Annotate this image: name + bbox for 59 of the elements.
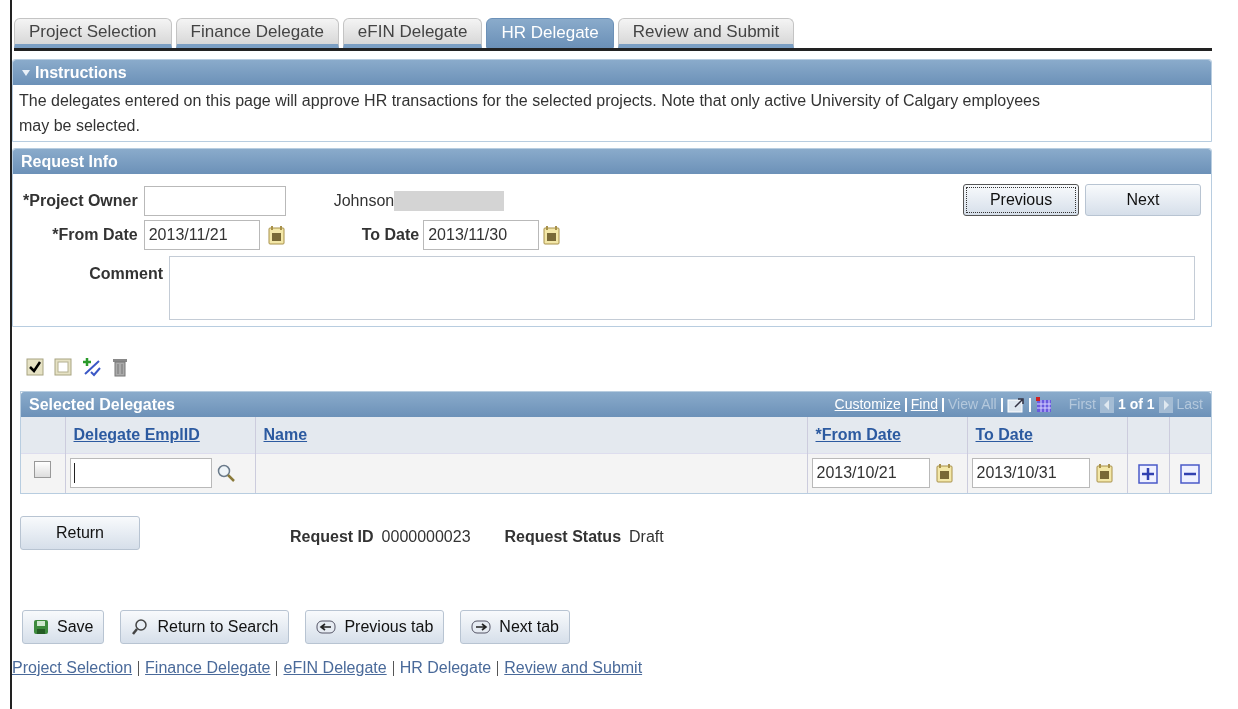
search-icon[interactable] (215, 463, 236, 484)
field-label: Comment (88, 264, 164, 284)
footer-link[interactable]: eFIN Delegate (283, 656, 387, 680)
delete-row-icon[interactable] (1180, 464, 1201, 484)
column-header-link[interactable]: Name (263, 425, 308, 443)
date-field[interactable]: 2013/10/21 (811, 458, 930, 489)
new-window-icon[interactable] (1006, 396, 1025, 413)
action-button[interactable]: Return to Search (120, 610, 290, 644)
page-count: 1 of 1 (1117, 395, 1155, 414)
tab[interactable]: Project Selection (14, 18, 172, 48)
magnifier-icon (131, 618, 150, 636)
nav-button[interactable]: Next (1085, 184, 1201, 216)
calendar-icon[interactable] (267, 225, 286, 245)
column-header-link[interactable]: Delegate EmplID (73, 425, 200, 443)
request-id-value: 0000000023 (381, 527, 471, 547)
spreadsheet-icon[interactable] (1034, 395, 1053, 414)
add-check-icon[interactable] (82, 357, 102, 377)
column-header-link[interactable]: To Date (975, 425, 1033, 443)
section-title: Instructions (35, 62, 127, 83)
field-label: To Date (361, 225, 420, 245)
last-label: Last (1176, 395, 1203, 414)
first-label: First (1068, 395, 1096, 414)
field-label: Request Status (504, 527, 622, 547)
date-field[interactable]: 2013/11/30 (423, 220, 540, 250)
column-header-link[interactable]: *From Date (815, 425, 901, 443)
footer-link[interactable]: Finance Delegate (145, 656, 271, 680)
section-title: Selected Delegates (29, 394, 175, 415)
tab[interactable]: Finance Delegate (175, 18, 339, 48)
field-label: *Project Owner (23, 191, 138, 211)
field-label: Request ID (290, 527, 374, 547)
date-field[interactable]: 2013/10/31 (971, 458, 1090, 489)
tab[interactable]: Review and Submit (617, 18, 795, 48)
collapse-triangle-icon[interactable] (21, 67, 31, 78)
owner-name: Johnson (333, 191, 395, 211)
emplid-field[interactable] (69, 458, 212, 489)
footer-link[interactable]: Review and Submit (504, 656, 643, 680)
project-owner-field[interactable] (143, 186, 286, 216)
row-checkbox[interactable] (34, 461, 52, 479)
request-status-value: Draft (629, 527, 664, 547)
grid-link: View All (947, 395, 997, 414)
nav-button[interactable]: Previous (963, 184, 1079, 216)
calendar-icon[interactable] (935, 463, 954, 484)
trash-icon[interactable] (112, 357, 128, 377)
footer-link[interactable]: Project Selection (12, 656, 133, 680)
calendar-icon[interactable] (1095, 463, 1114, 484)
select-all-icon[interactable] (26, 358, 44, 376)
field-label: *From Date (51, 225, 138, 245)
add-row-icon[interactable] (1138, 464, 1158, 484)
instructions-text: The delegates entered on this page will approve HR transactions for the selected projects. Note that only active University of Calgary employees may be selected. (18, 91, 1041, 136)
action-button[interactable]: Save (22, 610, 105, 644)
tab[interactable]: eFIN Delegate (342, 18, 483, 48)
comment-field[interactable] (169, 256, 1195, 320)
section-title: Request Info (21, 151, 118, 172)
action-button[interactable]: Next tab (460, 610, 570, 644)
date-field[interactable]: 2013/11/21 (143, 220, 260, 250)
current-page-label: HR Delegate (399, 658, 492, 678)
action-button[interactable]: Previous tab (305, 610, 445, 644)
calendar-icon[interactable] (543, 225, 562, 245)
return-button[interactable]: Return (20, 516, 140, 550)
